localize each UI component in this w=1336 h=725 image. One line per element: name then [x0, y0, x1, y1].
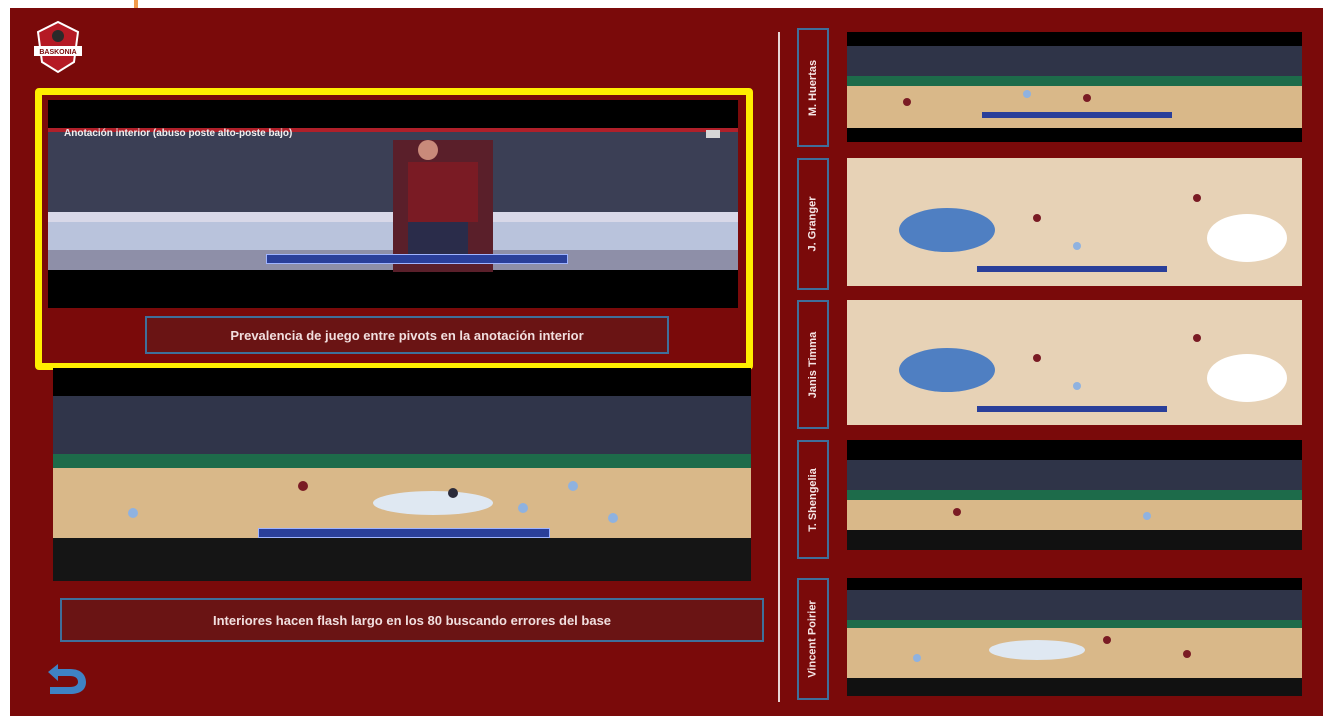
- video-badge: [706, 130, 720, 138]
- logo-text: BASKONIA: [39, 49, 76, 56]
- scoreboard-bar: [258, 528, 550, 538]
- back-arrow-icon[interactable]: [40, 660, 90, 698]
- player-video-poirier[interactable]: [847, 578, 1302, 696]
- player-tab-huertas[interactable]: M. Huertas: [797, 28, 829, 147]
- player-video-granger[interactable]: [847, 158, 1302, 286]
- player-name: T. Shengelia: [807, 467, 820, 532]
- player-name: Janis Timma: [807, 331, 820, 398]
- player-video-timma[interactable]: [847, 300, 1302, 425]
- main-caption: Prevalencia de juego entre pivots en la …: [145, 316, 669, 354]
- player-name: M. Huertas: [807, 59, 819, 116]
- player-tab-granger[interactable]: J. Granger: [797, 158, 829, 290]
- vertical-divider: [778, 32, 780, 702]
- player-tab-poirier[interactable]: Vincent Poirier: [797, 578, 829, 700]
- player-tab-shengelia[interactable]: T. Shengelia: [797, 440, 829, 559]
- player-video-huertas[interactable]: [847, 32, 1302, 142]
- main-caption-text: Prevalencia de juego entre pivots en la …: [230, 327, 584, 343]
- main-video[interactable]: Anotación interior (abuso poste alto-pos…: [48, 100, 738, 308]
- player-tab-timma[interactable]: Janis Timma: [797, 300, 829, 429]
- player-video-shengelia[interactable]: [847, 440, 1302, 550]
- scoreboard-bar: [266, 254, 568, 264]
- player-name: J. Granger: [807, 196, 819, 252]
- slide: BASKONIA Anotación interior (abuso poste…: [10, 8, 1323, 716]
- second-caption: Interiores hacen flash largo en los 80 b…: [60, 598, 764, 642]
- main-video-title: Anotación interior (abuso poste alto-pos…: [64, 128, 293, 139]
- baskonia-logo-icon: BASKONIA: [28, 18, 88, 74]
- player-name: Vincent Poirier: [807, 600, 819, 678]
- second-caption-text: Interiores hacen flash largo en los 80 b…: [212, 612, 612, 628]
- second-video[interactable]: [53, 368, 751, 581]
